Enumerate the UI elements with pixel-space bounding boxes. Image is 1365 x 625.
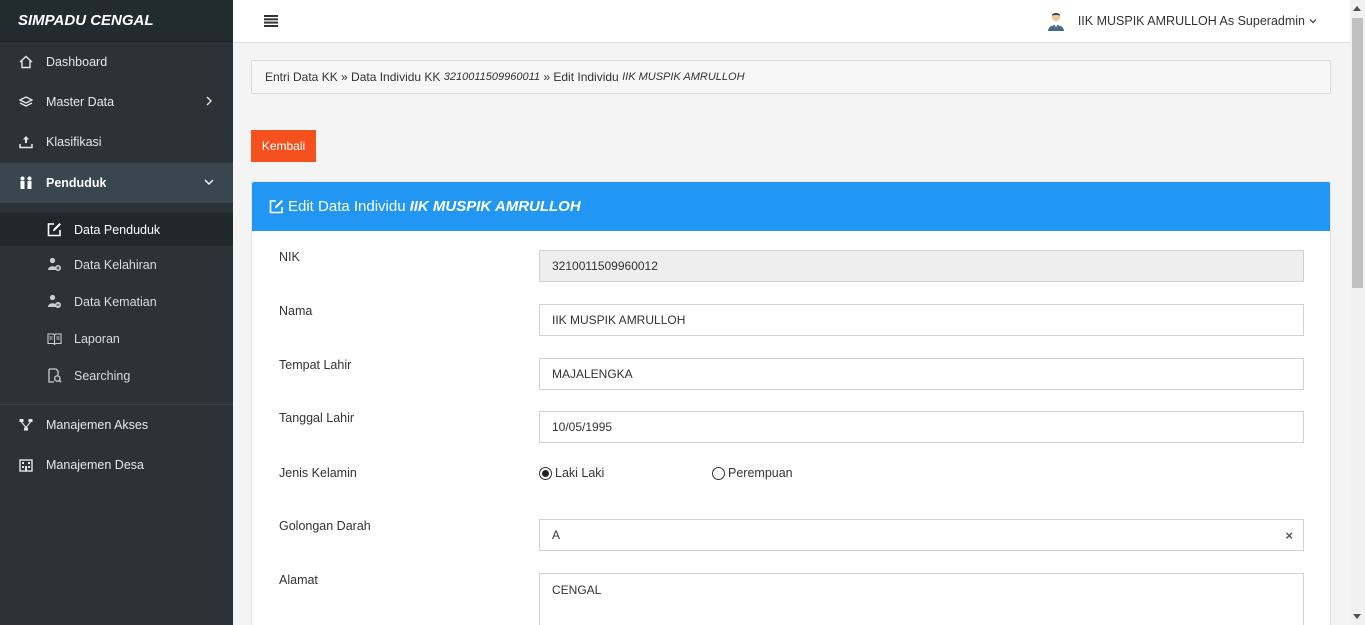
topbar: IIK MUSPIK AMRULLOH As Superadmin: [233, 0, 1350, 43]
sidebar-item-klasifikasi[interactable]: Klasifikasi: [0, 122, 233, 162]
sidebar-item-manajemen-desa[interactable]: Manajemen Desa: [0, 445, 233, 485]
clear-icon[interactable]: ×: [1285, 528, 1293, 543]
sidebar-item-master-data[interactable]: Master Data: [0, 82, 233, 122]
network-icon: [18, 417, 34, 433]
sidebar-item-label: Klasifikasi: [46, 135, 102, 149]
sidebar-item-label: Dashboard: [46, 55, 108, 69]
sidebar-item-dashboard[interactable]: Dashboard: [0, 42, 233, 82]
sidebar-item-penduduk[interactable]: Penduduk: [0, 163, 233, 203]
golongan-darah-label: Golongan Darah: [279, 519, 371, 533]
chevron-down-icon: [1309, 19, 1317, 24]
scroll-down-arrow-icon[interactable]: [1353, 614, 1361, 619]
radio-label: Laki Laki: [555, 466, 605, 480]
sidebar-item-data-kelahiran[interactable]: Data Kelahiran: [0, 246, 233, 283]
sidebar-item-data-penduduk[interactable]: Data Penduduk: [0, 213, 233, 246]
user-label: IIK MUSPIK AMRULLOH As Superadmin: [1077, 14, 1305, 28]
sidebar-item-label: Data Penduduk: [74, 222, 161, 237]
building-icon: [18, 457, 34, 473]
edit-icon: [269, 200, 283, 214]
sidebar-item-label: Laporan: [74, 331, 120, 346]
panel-title: Edit Data Individu: [288, 198, 406, 215]
sidebar-item-manajemen-akses[interactable]: Manajemen Akses: [0, 405, 233, 445]
radio-label: Perempuan: [728, 466, 793, 480]
chevron-down-icon: [204, 179, 214, 185]
edit-icon: [46, 222, 62, 238]
nik-field[interactable]: 3210011509960012: [539, 250, 1304, 282]
tempat-lahir-field[interactable]: MAJALENGKA: [539, 358, 1304, 390]
tempat-lahir-label: Tempat Lahir: [279, 358, 352, 372]
brand-title[interactable]: SIMPADU CENGAL: [0, 0, 233, 42]
golongan-darah-value: A: [552, 528, 561, 542]
sidebar-item-label: Manajemen Akses: [46, 418, 149, 432]
page-scrollbar[interactable]: [1350, 0, 1365, 625]
breadcrumb-current: » Edit Individu: [540, 70, 623, 84]
alamat-label: Alamat: [279, 573, 318, 587]
jenis-kelamin-label: Jenis Kelamin: [279, 466, 357, 480]
edit-form-panel: Edit Data Individu IIK MUSPIK AMRULLOH N…: [251, 181, 1331, 625]
sidebar-item-label: Master Data: [46, 95, 115, 109]
sidebar-item-label: Penduduk: [46, 176, 107, 190]
nik-label: NIK: [279, 250, 300, 264]
breadcrumb-path[interactable]: Entri Data KK » Data Individu KK: [265, 70, 444, 84]
sidebar-item-label: Data Kematian: [74, 294, 157, 309]
sidebar-item-label: Data Kelahiran: [74, 257, 157, 272]
nama-field[interactable]: IIK MUSPIK AMRULLOH: [539, 304, 1304, 336]
sidebar-item-data-kematian[interactable]: Data Kematian: [0, 283, 233, 320]
file-search-icon: [46, 368, 62, 384]
sidebar: SIMPADU CENGAL Dashboard Master Data Kla…: [0, 0, 233, 625]
user-remove-icon: [46, 294, 62, 310]
golongan-darah-select[interactable]: A ×: [539, 519, 1304, 551]
people-icon: [18, 175, 34, 191]
chevron-right-icon: [206, 96, 212, 106]
sidebar-item-laporan[interactable]: Laporan: [0, 320, 233, 357]
breadcrumb-kk-number: 3210011509960011: [443, 71, 541, 83]
back-button[interactable]: Kembali: [251, 130, 316, 162]
panel-title-name: IIK MUSPIK AMRULLOH: [409, 198, 581, 215]
radio-laki-laki[interactable]: Laki Laki: [539, 466, 604, 480]
upload-tray-icon: [18, 134, 34, 150]
hamburger-menu-icon[interactable]: [264, 15, 278, 27]
sidebar-item-label: Manajemen Desa: [46, 458, 144, 472]
tanggal-lahir-field[interactable]: 10/05/1995: [539, 411, 1304, 443]
breadcrumb: Entri Data KK » Data Individu KK 3210011…: [251, 60, 1331, 94]
breadcrumb-name: IIK MUSPIK AMRULLOH: [622, 71, 745, 83]
panel-header: Edit Data Individu IIK MUSPIK AMRULLOH: [252, 182, 1330, 231]
alamat-textarea[interactable]: CENGAL: [539, 573, 1304, 625]
user-menu[interactable]: IIK MUSPIK AMRULLOH As Superadmin: [1046, 11, 1318, 31]
tanggal-lahir-label: Tanggal Lahir: [279, 411, 355, 425]
scroll-thumb[interactable]: [1352, 18, 1363, 288]
radio-perempuan[interactable]: Perempuan: [712, 466, 793, 480]
user-add-icon: [46, 257, 62, 273]
book-icon: [46, 331, 62, 347]
radio-circle-checked[interactable]: [539, 466, 552, 480]
scroll-up-arrow-icon[interactable]: [1353, 6, 1361, 11]
radio-circle[interactable]: [712, 466, 725, 480]
home-icon: [18, 54, 34, 70]
sidebar-item-searching[interactable]: Searching: [0, 357, 233, 394]
nama-label: Nama: [279, 304, 313, 318]
avatar: [1047, 12, 1064, 31]
sidebar-item-label: Searching: [74, 368, 131, 383]
layers-icon: [18, 94, 34, 110]
submenu-penduduk: Data Penduduk Data Kelahiran Data Kemati…: [0, 203, 233, 405]
